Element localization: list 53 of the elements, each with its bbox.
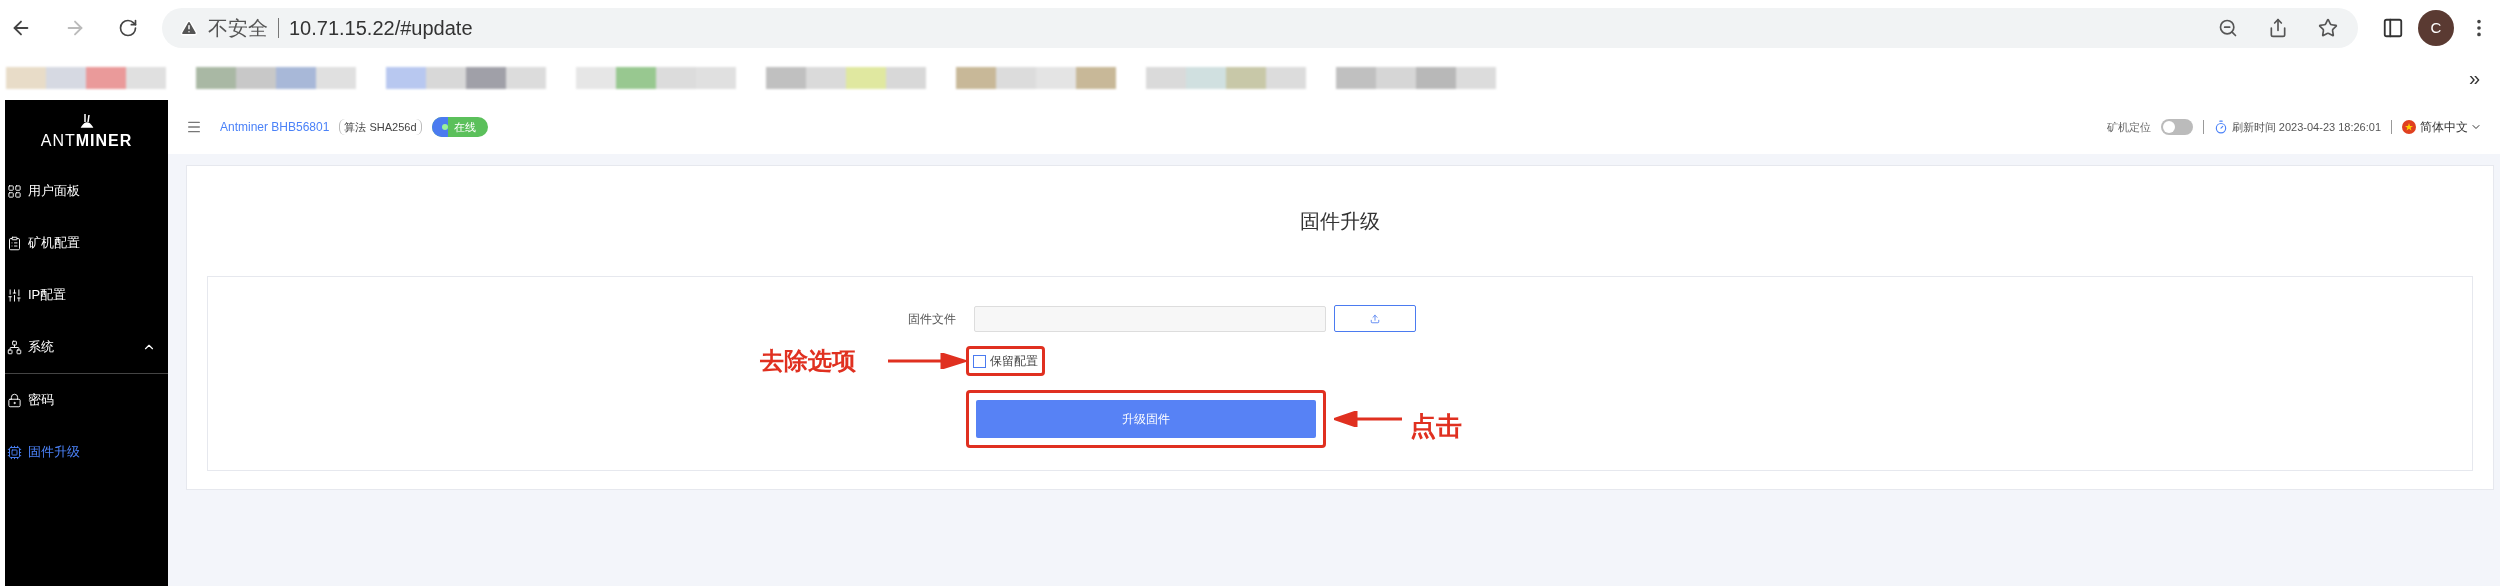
sidebar-item[interactable]: 固件升级 xyxy=(5,426,168,478)
sidebar-item[interactable]: 矿机配置 xyxy=(5,217,168,269)
separator-icon xyxy=(278,18,279,38)
reload-icon[interactable] xyxy=(118,18,138,38)
sidebar-item-label: IP配置 xyxy=(28,286,68,305)
address-bar[interactable]: 不安全 10.71.15.22/#update xyxy=(162,8,2358,48)
network-icon xyxy=(7,339,22,355)
keep-config-label: 保留配置 xyxy=(990,353,1038,370)
security-label: 不安全 xyxy=(208,16,268,41)
annotation-arrow xyxy=(1334,411,1404,427)
url-text: 10.71.15.22/#update xyxy=(289,16,473,41)
sidebar-item-label: 密码 xyxy=(28,391,55,410)
sidebar-item[interactable]: IP配置 xyxy=(5,269,168,321)
upload-button[interactable] xyxy=(1334,305,1416,332)
language-selector[interactable]: 简体中文 xyxy=(2420,118,2482,136)
timer-icon xyxy=(2213,120,2228,134)
status-badge: 在线 xyxy=(431,117,488,137)
menu-icon[interactable] xyxy=(186,119,202,135)
sidebar-item[interactable]: 用户面板 xyxy=(5,165,168,217)
sidebar-item-label: 矿机配置 xyxy=(28,234,81,253)
locate-toggle[interactable] xyxy=(2160,119,2193,135)
warning-icon xyxy=(180,19,198,37)
page-title: 固件升级 xyxy=(1299,209,1381,234)
zoom-out-icon[interactable] xyxy=(2218,18,2238,38)
sidebar-item-label: 固件升级 xyxy=(28,443,81,462)
upgrade-button[interactable]: 升级固件 xyxy=(976,400,1316,438)
upload-icon xyxy=(1370,313,1380,324)
grid-icon xyxy=(7,183,22,199)
file-label: 固件文件 xyxy=(908,310,957,328)
sidebar-item-label: 用户面板 xyxy=(28,182,81,201)
share-icon[interactable] xyxy=(2268,18,2288,38)
keep-config-checkbox[interactable] xyxy=(973,354,986,368)
sliders-icon xyxy=(7,287,22,303)
refresh-time: 刷新时间 2023-04-23 18:26:01 xyxy=(2231,119,2381,135)
side-panel-icon[interactable] xyxy=(2382,17,2404,39)
star-icon[interactable] xyxy=(2318,18,2338,38)
china-flag-icon xyxy=(2402,120,2416,134)
file-input-field[interactable] xyxy=(974,305,1326,332)
lock-icon xyxy=(7,392,22,408)
chip-icon xyxy=(7,444,22,460)
profile-avatar[interactable]: C xyxy=(2418,10,2454,46)
miner-name: Antminer BHB56801 xyxy=(220,119,330,136)
logo-text: ANTMINER xyxy=(40,130,133,151)
locate-label: 矿机定位 xyxy=(2106,119,2151,135)
sidebar-item[interactable]: 密码 xyxy=(5,374,168,426)
antenna-icon xyxy=(79,112,94,129)
bookmarks-overflow[interactable]: » xyxy=(2468,63,2480,93)
annotation-text: 点击 xyxy=(1410,409,1462,443)
sidebar-item-label: 系统 xyxy=(28,338,55,357)
annotation-text: 去除选项 xyxy=(760,346,856,376)
device-icon xyxy=(7,235,22,251)
sidebar-item[interactable]: 系统 xyxy=(5,321,168,373)
algorithm-label: 算法 SHA256d xyxy=(339,118,422,136)
